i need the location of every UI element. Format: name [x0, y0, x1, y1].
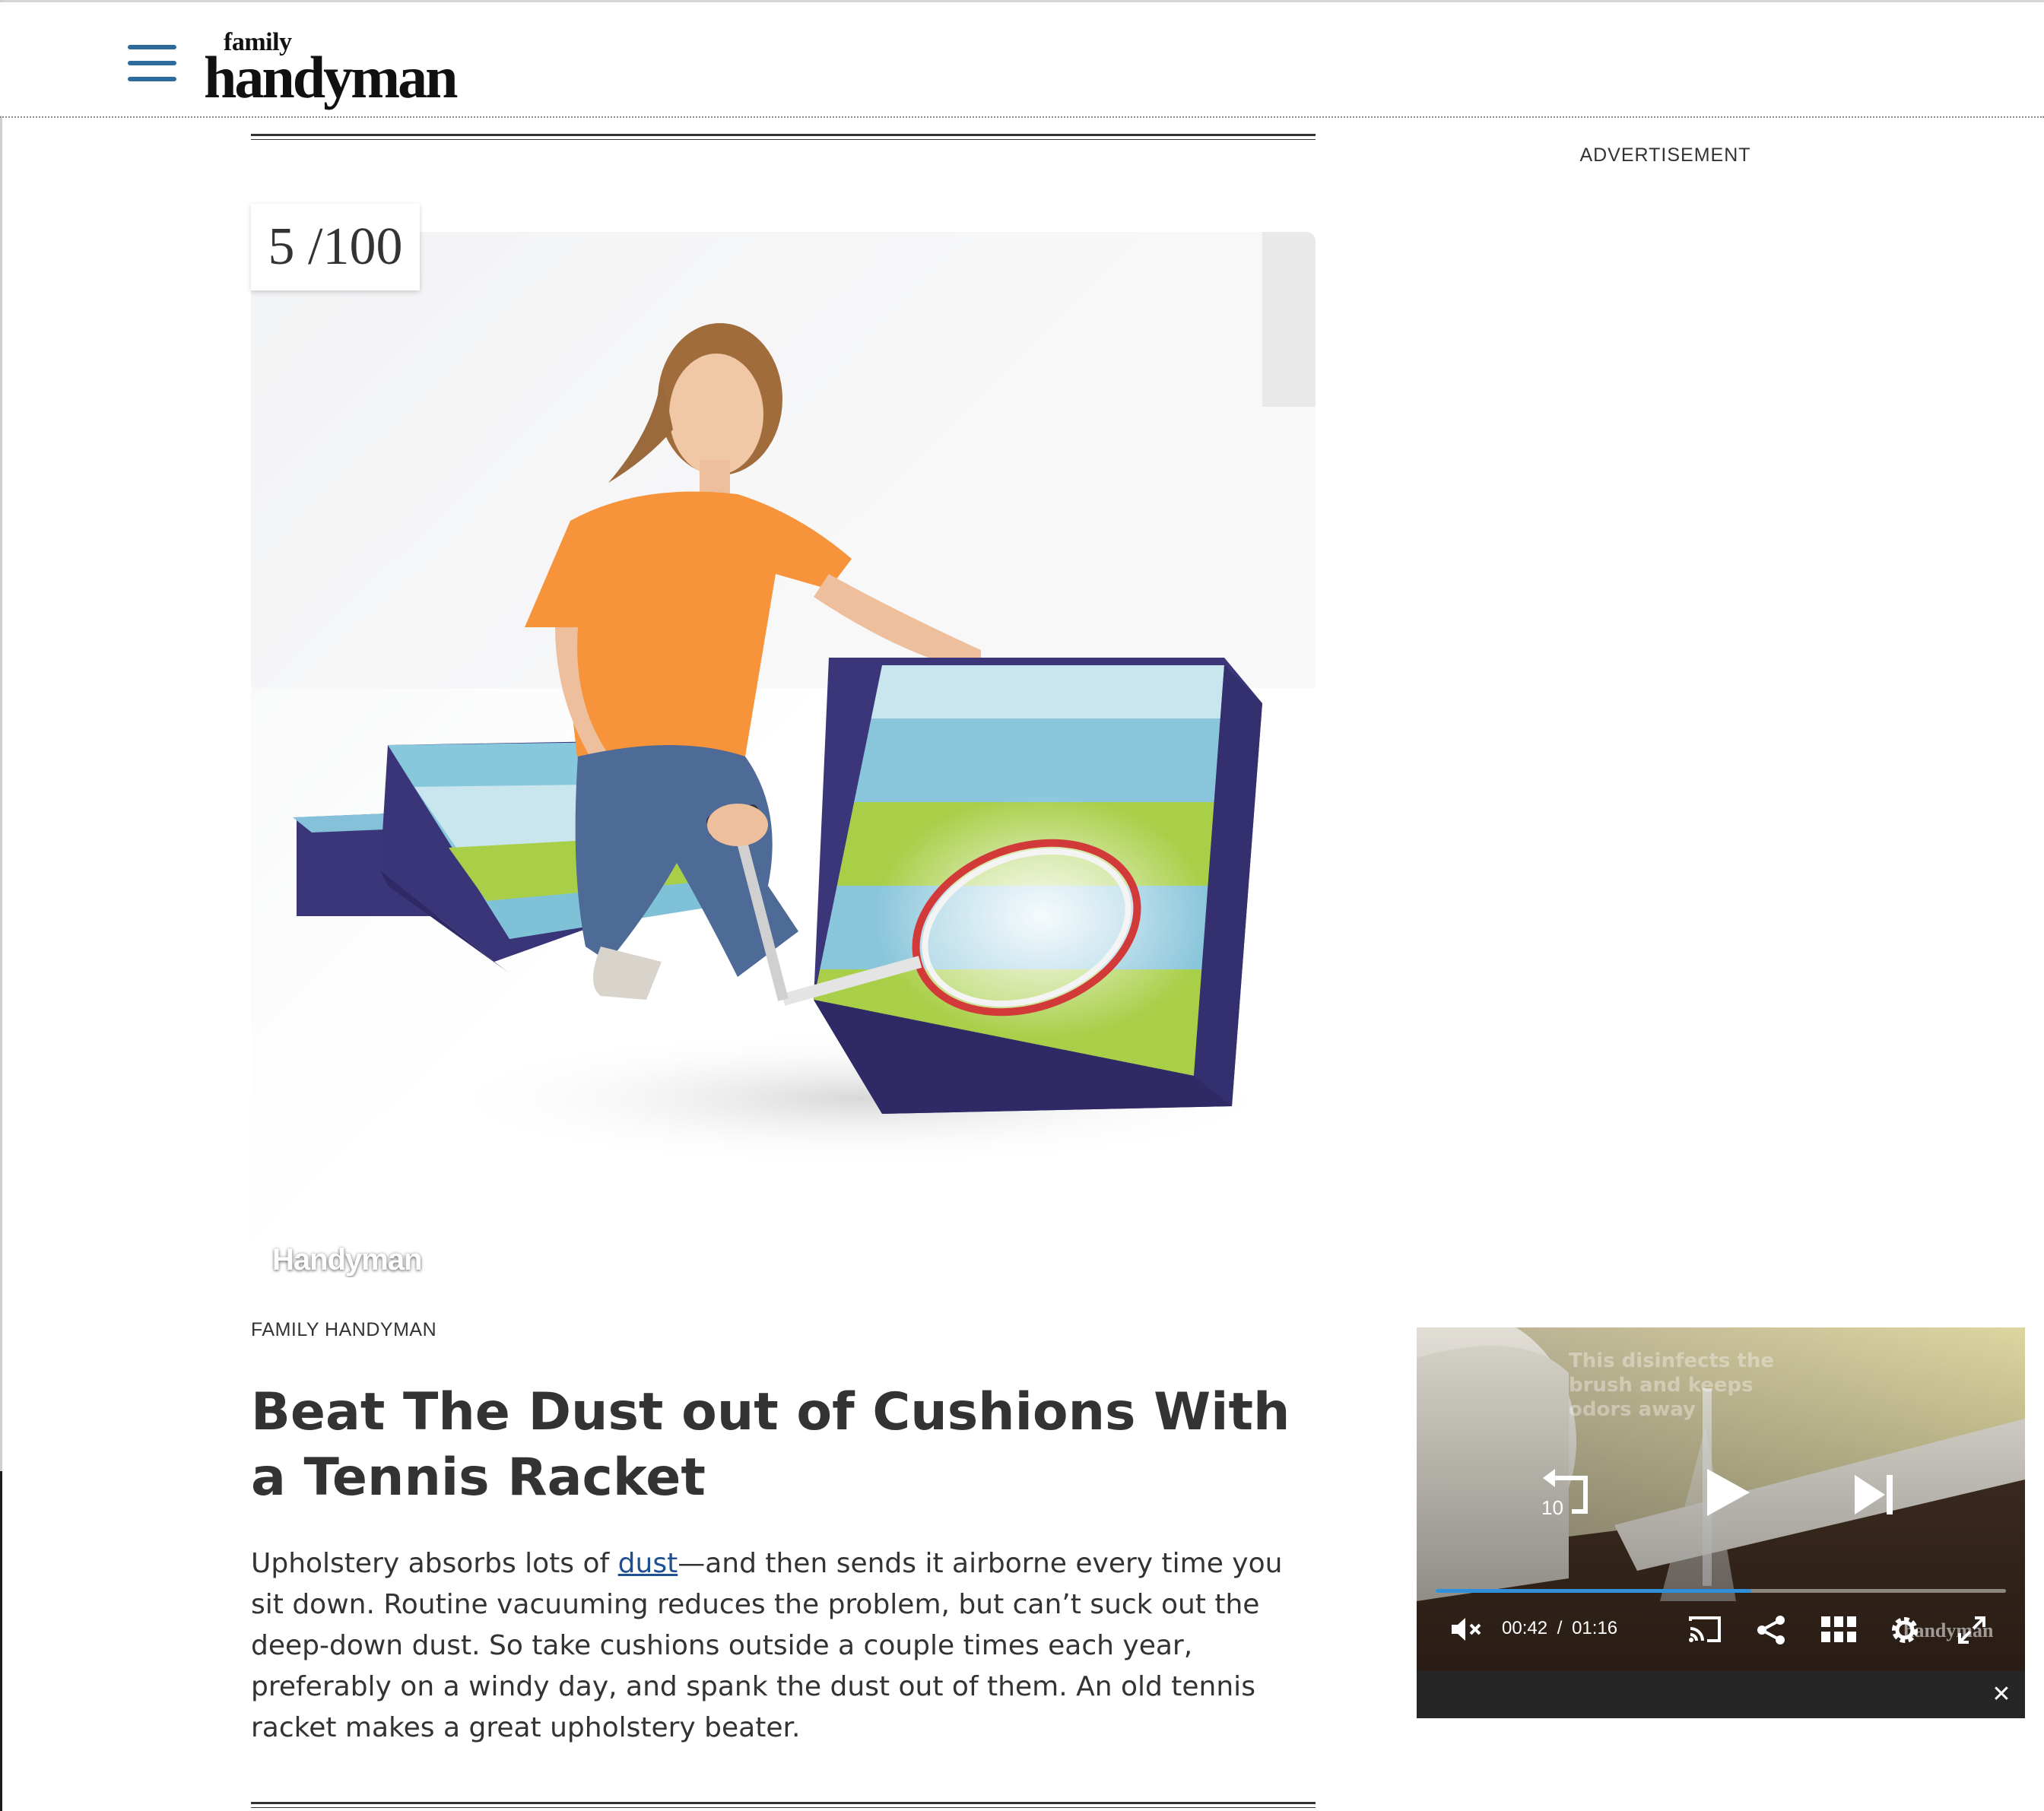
- site-header: family handyman: [0, 2, 2044, 118]
- share-icon[interactable]: [1756, 1615, 1786, 1645]
- site-logo[interactable]: family handyman: [204, 25, 478, 107]
- mute-icon[interactable]: [1450, 1616, 1485, 1642]
- advertisement-label: ADVERTISEMENT: [1579, 144, 1751, 166]
- play-icon[interactable]: [1701, 1466, 1754, 1519]
- dust-link[interactable]: dust: [618, 1548, 678, 1579]
- slide-counter: 5 /100: [251, 204, 420, 290]
- hamburger-menu-icon[interactable]: [128, 45, 176, 81]
- image-watermark: Handyman: [272, 1243, 422, 1277]
- body-text-intro: Upholstery absorbs lots of: [251, 1548, 618, 1579]
- skip-next-icon[interactable]: [1852, 1472, 1897, 1518]
- video-frame[interactable]: This disinfects the brush and keeps odor…: [1417, 1327, 2025, 1671]
- slide-body: Upholstery absorbs lots of dust—and then…: [251, 1543, 1323, 1749]
- video-caption-overlay: This disinfects the brush and keeps odor…: [1569, 1350, 1774, 1421]
- grid-icon[interactable]: [1820, 1615, 1858, 1644]
- section-divider-bottom: [251, 1802, 1316, 1808]
- section-divider-top: [251, 134, 1316, 140]
- replay-10-icon[interactable]: 10: [1538, 1467, 1596, 1525]
- close-icon[interactable]: ✕: [1988, 1682, 2014, 1708]
- left-edge-dark: [0, 1471, 2, 1811]
- video-time-display: 00:42 / 01:16: [1502, 1618, 1617, 1639]
- video-duration: 01:16: [1572, 1618, 1618, 1638]
- video-player-footer: [1417, 1671, 2025, 1718]
- video-current-time: 00:42: [1502, 1618, 1548, 1638]
- video-time-separator: /: [1557, 1618, 1563, 1638]
- logo-handyman-text: handyman: [204, 44, 458, 110]
- fullscreen-icon[interactable]: [1957, 1615, 1987, 1645]
- photo-credit: FAMILY HANDYMAN: [251, 1319, 437, 1340]
- video-progress-fill: [1436, 1589, 1751, 1593]
- slide-image: Handyman: [251, 232, 1316, 1277]
- left-edge: [0, 0, 2, 1471]
- cast-icon[interactable]: [1687, 1615, 1722, 1644]
- replay-seconds: 10: [1541, 1496, 1563, 1519]
- video-player[interactable]: This disinfects the brush and keeps odor…: [1417, 1327, 2025, 1718]
- slide-title: Beat The Dust out of Cushions With a Ten…: [251, 1382, 1290, 1508]
- video-progress-bar[interactable]: [1436, 1589, 2006, 1593]
